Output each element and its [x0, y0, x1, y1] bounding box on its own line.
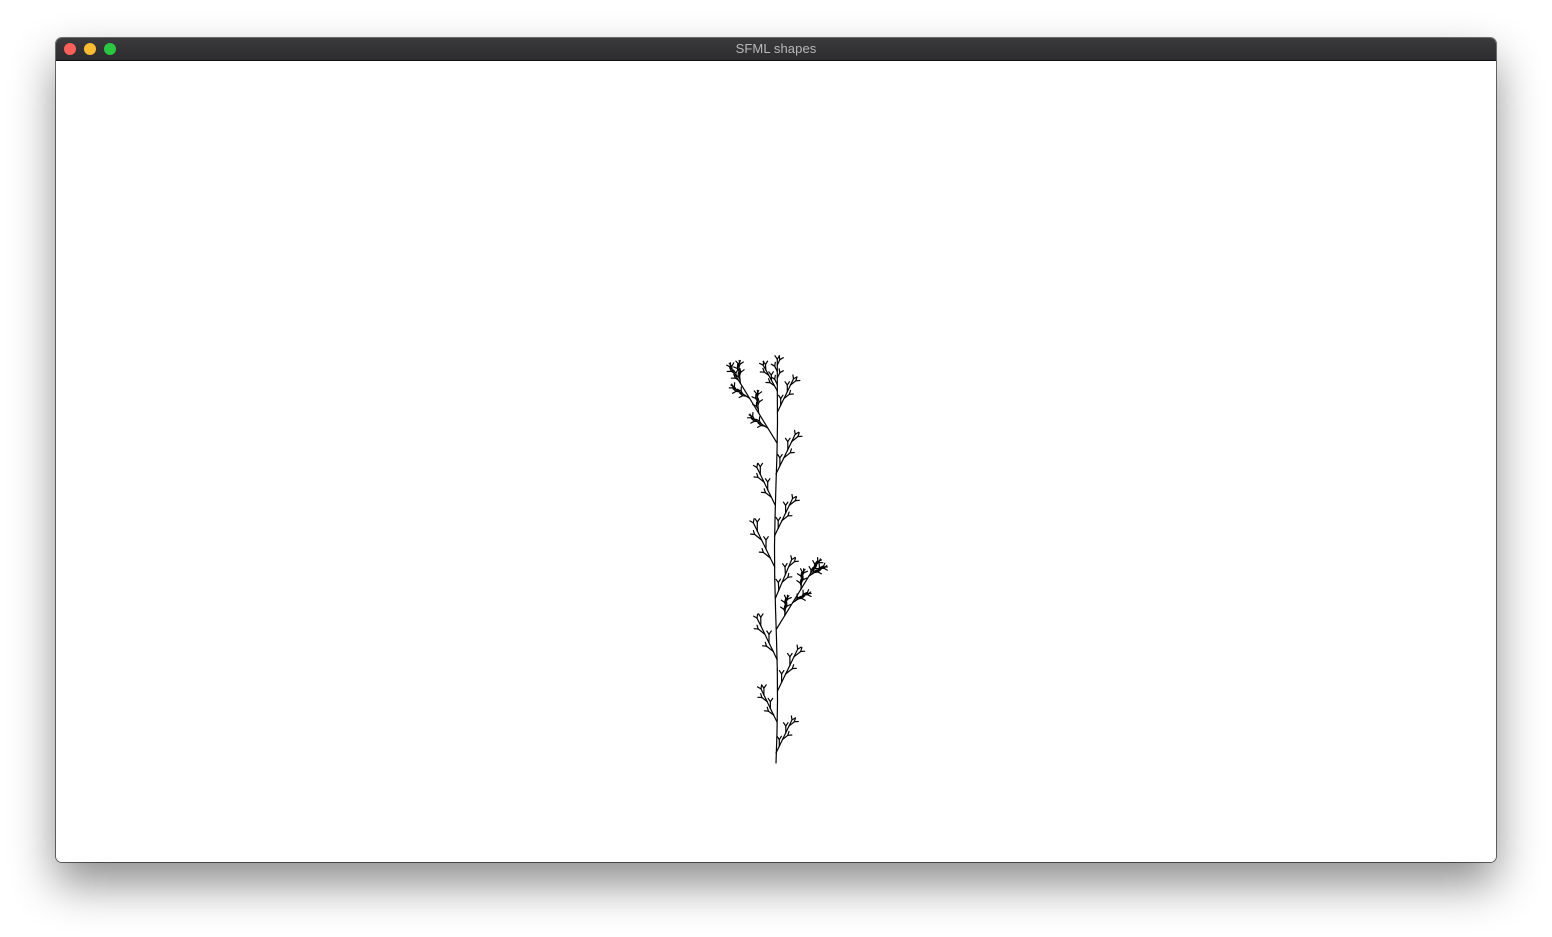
plant-segment	[773, 514, 776, 547]
plant-segment	[778, 581, 783, 591]
plant-segment	[757, 391, 763, 395]
plant-segment	[786, 381, 791, 386]
plant-segment	[775, 615, 786, 630]
plant-segment	[764, 633, 770, 644]
plant-segment	[774, 589, 780, 599]
plant-segment	[787, 437, 791, 443]
plant-segment	[735, 369, 739, 374]
plant-segment	[784, 562, 788, 568]
plant-segment	[739, 361, 744, 365]
plant-segment	[774, 483, 777, 516]
plant-segment	[789, 656, 795, 666]
plant-segment	[775, 638, 778, 671]
plant-segment	[760, 684, 763, 690]
plant-segment	[797, 646, 802, 650]
plant-segment	[763, 684, 767, 689]
title-bar[interactable]: SFML shapes	[56, 38, 1496, 61]
plant-segment	[784, 501, 789, 506]
plant-segment	[764, 360, 769, 366]
plant-segment	[775, 452, 778, 485]
plant-segment	[778, 735, 783, 741]
plant-segment	[777, 516, 782, 522]
plant-segment	[767, 427, 778, 444]
plant-segment	[776, 700, 779, 733]
plant-segment	[760, 539, 767, 550]
plant-segment	[817, 571, 823, 575]
plant-segment	[801, 597, 806, 601]
plant-segment	[780, 394, 784, 400]
plant-segment	[756, 613, 759, 619]
plant-segment	[780, 673, 787, 684]
plant-segment	[785, 722, 789, 727]
plant-segment	[758, 399, 764, 403]
plant-segment	[776, 421, 779, 454]
plant-segment	[756, 462, 759, 469]
plant-segment	[773, 714, 778, 723]
plant-segment	[776, 681, 783, 692]
plant-segment	[774, 607, 778, 640]
plant-segment	[779, 453, 783, 459]
app-window: SFML shapes	[56, 38, 1496, 862]
plant-segment	[779, 357, 784, 361]
plant-segment	[786, 596, 792, 600]
plant-segment	[817, 559, 823, 563]
plant-segment	[777, 578, 782, 584]
plant-segment	[759, 462, 764, 468]
plant-segment	[789, 652, 793, 658]
plant-segment	[779, 370, 784, 374]
plant-segment	[806, 594, 812, 598]
plant-segment	[787, 576, 793, 578]
fractal-plant-drawing	[726, 355, 828, 764]
plant-segment	[780, 669, 785, 675]
plant-segment	[774, 361, 776, 367]
plant-segment	[774, 576, 777, 609]
plant-segment	[769, 697, 774, 703]
plant-segment	[768, 630, 772, 635]
plant-segment	[765, 536, 769, 541]
plant-segment	[803, 570, 809, 574]
plant-segment	[823, 567, 828, 571]
plant-segment	[767, 478, 771, 483]
plant-segment	[770, 496, 776, 506]
plant-segment	[752, 518, 755, 524]
window-title: SFML shapes	[735, 41, 817, 56]
plant-segment	[774, 374, 776, 380]
plant-segment	[770, 371, 774, 376]
plant-segment	[731, 362, 735, 367]
plant-segment	[756, 518, 761, 523]
plant-segment	[760, 613, 764, 618]
render-canvas[interactable]	[56, 61, 1496, 862]
plant-segment	[740, 369, 745, 373]
